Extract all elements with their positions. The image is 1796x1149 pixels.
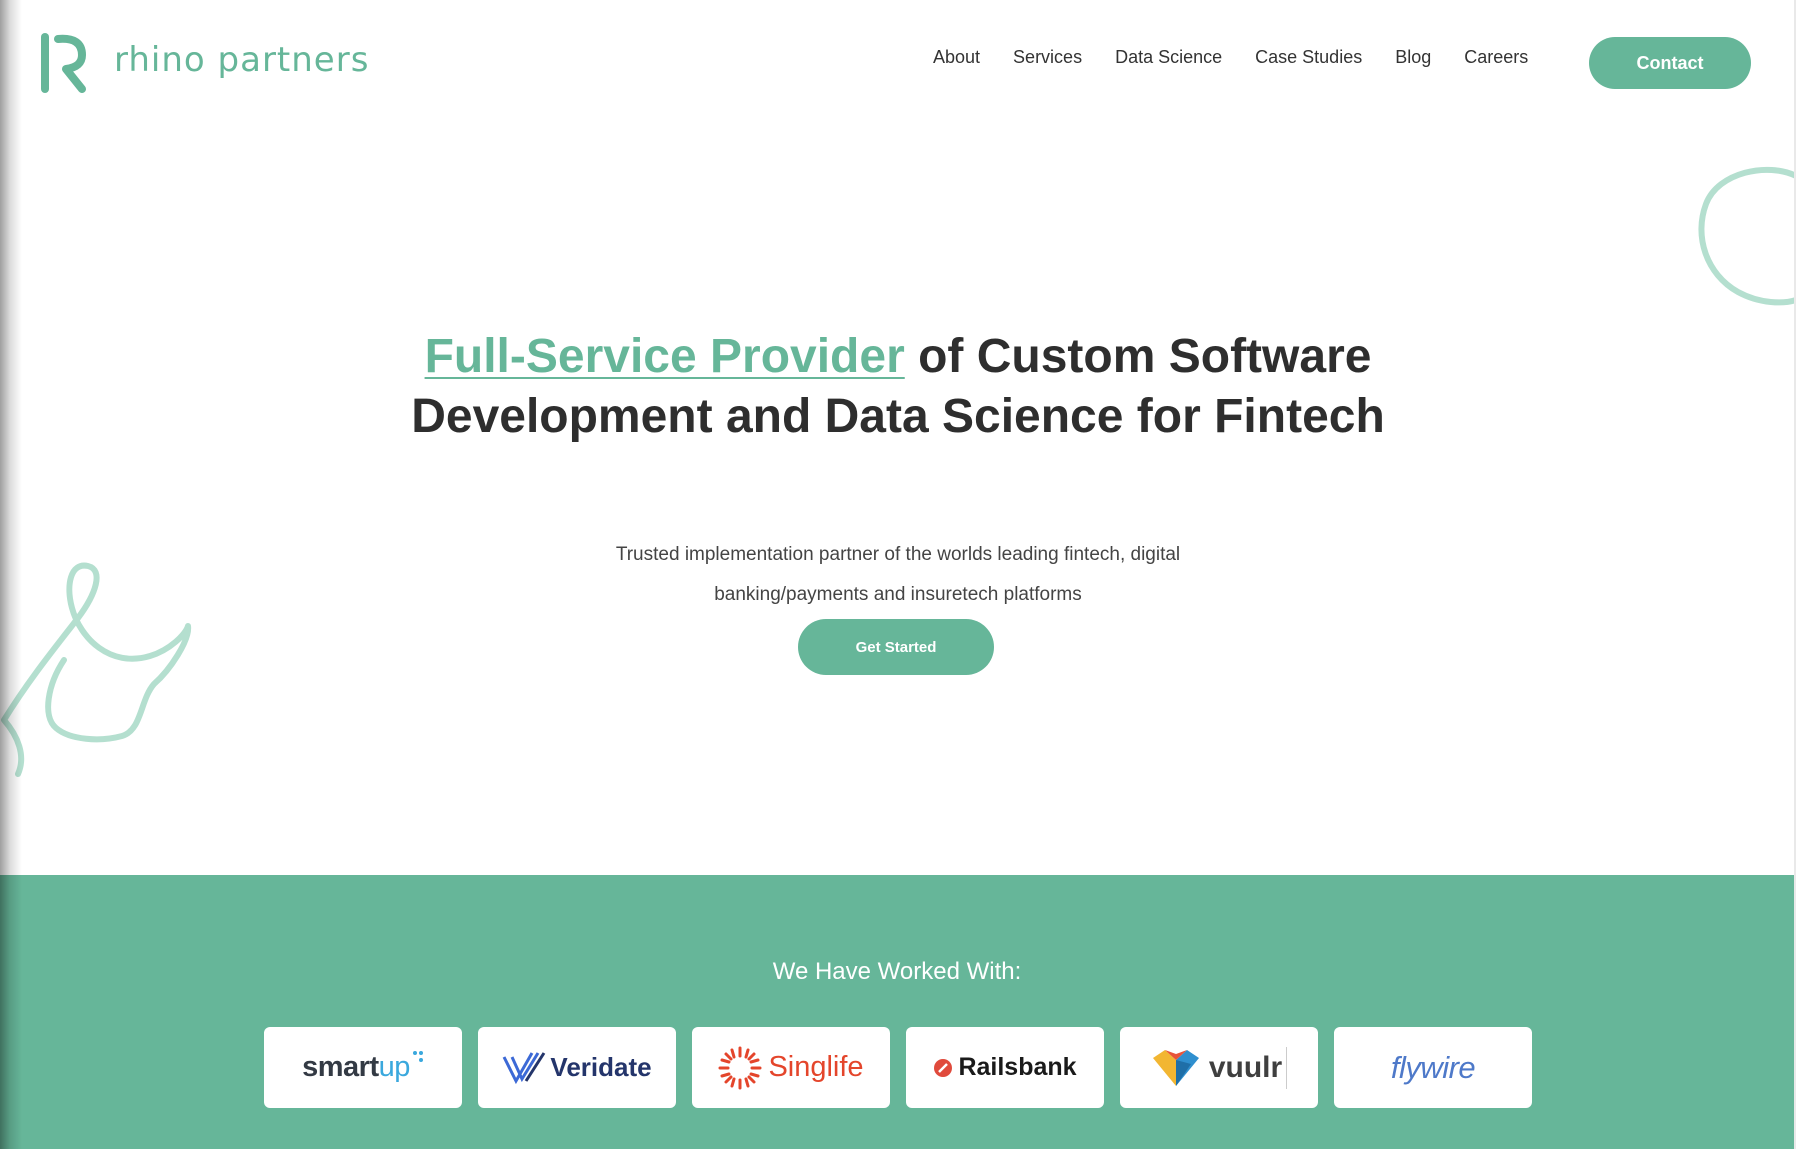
partner-name: Singlife (768, 1051, 864, 1083)
partner-logo-singlife[interactable]: Singlife (692, 1027, 890, 1108)
nav-about[interactable]: About (933, 44, 980, 70)
partner-logo-smartup[interactable]: smartup (264, 1027, 462, 1108)
squiggle-circle-icon (1698, 166, 1796, 306)
sunburst-icon (718, 1046, 762, 1089)
squiggle-loop-icon (1, 562, 192, 777)
partner-logo-veridate[interactable]: Veridate (478, 1027, 676, 1108)
nav-data-science[interactable]: Data Science (1115, 44, 1222, 70)
nav-careers[interactable]: Careers (1464, 44, 1528, 70)
partner-logo-vuulr[interactable]: vuulr (1120, 1027, 1318, 1108)
hero-subtitle: Trusted implementation partner of the wo… (615, 544, 1181, 605)
partner-logo-flywire[interactable]: flywire (1334, 1027, 1532, 1108)
dots-icon (412, 1050, 423, 1062)
get-started-button[interactable]: Get Started (798, 619, 994, 675)
heart-gem-icon (1152, 1049, 1199, 1086)
partner-name: Veridate (550, 1052, 652, 1082)
partners-section: We Have Worked With: smartup Veridate Si… (0, 875, 1794, 1149)
rhino-r-logo-icon (41, 33, 86, 93)
hero-title-highlight-link[interactable]: Full-Service Provider (425, 330, 905, 383)
nav-services[interactable]: Services (1013, 44, 1082, 70)
logo-divider (1286, 1046, 1288, 1089)
partners-heading: We Have Worked With: (772, 958, 1022, 985)
brand-name: rhino partners (114, 40, 370, 80)
nav-case-studies[interactable]: Case Studies (1255, 44, 1362, 70)
partner-name: flywire (1390, 1049, 1476, 1085)
partner-name-part: smart (302, 1051, 379, 1083)
partner-logo-list: smartup Veridate Singlife Railsbank vuul… (264, 1027, 1532, 1108)
checkmark-stripes-icon (503, 1051, 546, 1084)
hero-title: Full-Service Provider of Custom Software… (398, 327, 1398, 447)
partner-name: vuulr (1208, 1050, 1283, 1084)
main-nav: About Services Data Science Case Studies… (933, 44, 1528, 70)
contact-button[interactable]: Contact (1589, 37, 1751, 89)
partner-name: Railsbank (958, 1053, 1077, 1081)
nav-blog[interactable]: Blog (1395, 44, 1431, 70)
partner-logo-railsbank[interactable]: Railsbank (906, 1027, 1104, 1108)
partner-name-suffix: up (378, 1051, 411, 1083)
brand-logo[interactable]: rhino partners (38, 33, 369, 93)
rail-dot-icon (934, 1058, 953, 1077)
partner-name: smartup (302, 1051, 410, 1084)
